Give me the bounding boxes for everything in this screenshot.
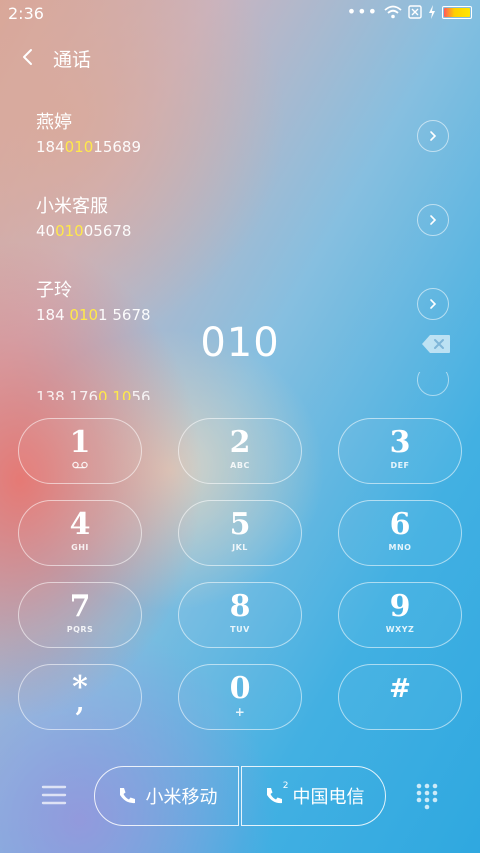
contact-detail-button[interactable] (417, 288, 449, 320)
contact-name: 子玲 (36, 280, 72, 301)
chevron-left-icon (23, 49, 32, 65)
status-bar: 2:36 ••• (0, 0, 480, 28)
menu-icon (41, 785, 67, 805)
key-2[interactable]: 2 ABC (178, 418, 302, 484)
backspace-icon (422, 335, 450, 353)
contact-item[interactable]: 燕婷 18401015689 (0, 108, 480, 184)
key-6[interactable]: 6 MNO (338, 500, 462, 566)
partial-contact-number: 138 1760 1056 (36, 388, 151, 400)
phone-sim1-icon: 1 (116, 785, 138, 807)
dialpad-icon (416, 783, 438, 810)
key-9[interactable]: 9 WXYZ (338, 582, 462, 648)
status-time: 2:36 (8, 4, 44, 23)
key-7[interactable]: 7 PQRS (18, 582, 142, 648)
phone-sim2-icon: 2 (263, 781, 289, 807)
more-notifications-icon: ••• (346, 2, 378, 21)
charging-icon (429, 5, 435, 19)
hide-dialpad-button[interactable] (414, 782, 440, 812)
chevron-right-icon (430, 299, 437, 309)
call-button-group: 1 小米移动 2 中国电信 (94, 766, 386, 826)
key-hash[interactable]: # (338, 664, 462, 730)
wifi-icon (384, 5, 402, 19)
status-icons: ••• (346, 2, 472, 21)
key-5[interactable]: 5 JKL (178, 500, 302, 566)
chevron-right-icon (430, 215, 437, 225)
contact-name: 燕婷 (36, 112, 72, 133)
contact-number: 4001005678 (36, 222, 132, 240)
header: 通话 (0, 36, 480, 80)
chevron-right-icon (430, 131, 437, 141)
no-sim-icon (408, 5, 422, 19)
call-sim1-button[interactable]: 1 小米移动 (94, 766, 239, 826)
contact-number: 18401015689 (36, 138, 141, 156)
call-sim2-label: 中国电信 (292, 787, 365, 808)
contact-name: 小米客服 (36, 196, 108, 217)
key-1[interactable]: 1 (18, 418, 142, 484)
key-4[interactable]: 4 GHI (18, 500, 142, 566)
menu-button[interactable] (38, 780, 70, 810)
backspace-button[interactable] (421, 334, 451, 354)
contact-detail-button[interactable] (417, 204, 449, 236)
contact-item[interactable]: 小米客服 4001005678 (0, 192, 480, 268)
back-button[interactable] (14, 44, 42, 72)
key-8[interactable]: 8 TUV (178, 582, 302, 648)
contact-detail-button[interactable] (417, 120, 449, 152)
key-0[interactable]: 0 + (178, 664, 302, 730)
battery-icon (442, 5, 472, 19)
contact-detail-button[interactable] (417, 372, 449, 396)
voicemail-icon (72, 461, 88, 469)
dial-input: 010 (200, 320, 280, 366)
call-sim1-label: 小米移动 (145, 787, 218, 808)
page-title: 通话 (53, 49, 92, 71)
key-3[interactable]: 3 DEF (338, 418, 462, 484)
call-sim2-button[interactable]: 2 中国电信 (241, 766, 386, 826)
key-star[interactable]: * , (18, 664, 142, 730)
